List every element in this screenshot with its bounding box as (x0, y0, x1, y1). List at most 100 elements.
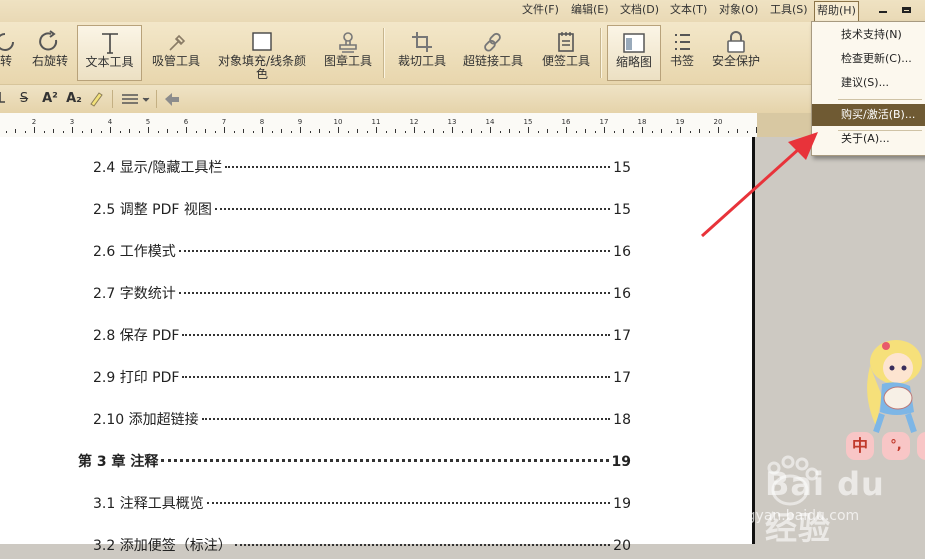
fill-color-icon (252, 32, 272, 51)
toc-row[interactable]: 2.6 工作模式 16 (0, 241, 752, 265)
ruler-tick (452, 127, 453, 133)
toc-leader-dots (182, 376, 611, 378)
line-style-dropdown[interactable] (120, 90, 152, 108)
ruler-tick (53, 129, 54, 133)
menu-file[interactable]: 文件(F) (520, 0, 561, 20)
ruler-tick (110, 127, 111, 133)
bookmark-button[interactable]: 书签 (664, 25, 700, 81)
ruler-tick (262, 127, 263, 133)
stamp-icon (339, 32, 357, 53)
ruler-tick (252, 131, 254, 133)
toc-row[interactable]: 2.4 显示/隐藏工具栏 15 (0, 157, 752, 181)
menu-edit[interactable]: 编辑(E) (569, 0, 611, 20)
ruler-tick (566, 127, 567, 133)
ruler-tick (594, 131, 596, 133)
ruler-tick (518, 131, 520, 133)
menu-tools[interactable]: 工具(S) (768, 0, 810, 20)
toc-page-number: 18 (613, 412, 631, 428)
note-tool-button[interactable]: 便签工具 (538, 25, 594, 81)
menu-document[interactable]: 文档(D) (618, 0, 661, 20)
menu-item-suggestions[interactable]: 建议(S)... (812, 72, 925, 94)
toc-row[interactable]: 2.9 打印 PDF 17 (0, 367, 752, 391)
ruler-tick (499, 131, 501, 133)
ruler-tick (366, 131, 368, 133)
ruler-tick (632, 131, 634, 133)
tool-label: 转 (0, 54, 12, 68)
toc-entry: 2.9 打印 PDF 17 (93, 367, 631, 387)
menubar: 文件(F) 编辑(E) 文档(D) 文本(T) 对象(O) 工具(S) 帮助(H… (0, 0, 925, 23)
ruler-number: 20 (713, 118, 723, 126)
rotate-left-icon (0, 33, 14, 51)
ruler-tick (423, 131, 425, 133)
menu-item-check-updates[interactable]: 检查更新(C)... (812, 48, 925, 70)
ruler-number: 15 (523, 118, 533, 126)
ruler-tick (205, 129, 206, 133)
undo-button[interactable] (161, 90, 183, 108)
toc-entry: 2.4 显示/隐藏工具栏 15 (93, 157, 631, 177)
toc-row[interactable]: 2.10 添加超链接 18 (0, 409, 752, 433)
ruler-tick (385, 131, 387, 133)
ruler-tick (442, 131, 444, 133)
fill-color-tool-button[interactable]: 对象填充/线条颜色 (214, 25, 310, 81)
toc-page-number: 17 (613, 328, 631, 344)
ruler-number: 11 (371, 118, 381, 126)
ruler-tick (395, 129, 396, 133)
ruler-tick (100, 131, 102, 133)
rotate-right-button[interactable]: 右旋转 (28, 25, 72, 81)
menu-item-tech-support[interactable]: 技术支持(N) (812, 24, 925, 46)
superscript-button[interactable]: A² (40, 90, 60, 108)
undo-arrow-icon (165, 93, 179, 106)
toc-row[interactable]: 3.1 注释工具概览 19 (0, 493, 752, 517)
ruler-tick (680, 127, 681, 133)
toc-chapter-row[interactable]: 第 3 章 注释 19 (0, 451, 752, 475)
ruler-number: 3 (69, 118, 75, 126)
strikethrough-button[interactable]: S (16, 90, 32, 108)
highlight-button[interactable] (86, 90, 106, 108)
minimize-button[interactable] (874, 3, 892, 19)
ruler-tick (233, 131, 235, 133)
ruler-tick (547, 129, 548, 133)
link-icon (484, 32, 501, 52)
maximize-button[interactable] (898, 3, 916, 19)
ruler-tick (119, 131, 121, 133)
eyedropper-tool-button[interactable]: 吸管工具 (148, 25, 204, 81)
crop-tool-button[interactable]: 裁切工具 (394, 25, 450, 81)
underline-button[interactable] (0, 90, 6, 108)
hyperlink-tool-button[interactable]: 超链接工具 (458, 25, 528, 81)
toc-row[interactable]: 2.5 调整 PDF 视图 15 (0, 199, 752, 223)
toc-title: 2.10 添加超链接 (93, 412, 199, 428)
thumbnail-button[interactable]: 缩略图 (607, 25, 661, 81)
rotate-left-button[interactable]: 转 (0, 25, 16, 81)
toc-page-number: 15 (613, 160, 631, 176)
ruler-tick (328, 131, 330, 133)
ruler-number: 19 (675, 118, 685, 126)
menu-item-about[interactable]: 关于(A)... (812, 128, 925, 150)
toc-title: 2.5 调整 PDF 视图 (93, 202, 212, 218)
ruler-tick (319, 129, 320, 133)
subscript-button[interactable]: A₂ (64, 90, 84, 108)
ruler-tick (195, 131, 197, 133)
ruler-tick (528, 127, 529, 133)
ruler-tick (309, 131, 311, 133)
text-tool-icon (101, 33, 118, 54)
document-page[interactable]: 2.4 显示/隐藏工具栏 15 2.5 调整 PDF 视图 15 2.6 工作模式 16 2… (0, 137, 752, 554)
toc-row[interactable]: 3.2 添加便签（标注） 20 (0, 535, 752, 559)
toc-page-number: 16 (613, 286, 631, 302)
stamp-tool-button[interactable]: 图章工具 (320, 25, 376, 81)
security-button[interactable]: 安全保护 (708, 25, 764, 81)
highlighter-icon (90, 92, 103, 107)
text-tool-button[interactable]: 文本工具 (77, 25, 142, 81)
toc-leader-dots (178, 292, 611, 294)
menu-item-buy-activate[interactable]: 购买/激活(B)... (812, 104, 925, 126)
note-icon (558, 32, 574, 52)
tool-label: 对象填充/线条颜色 (217, 54, 307, 81)
ruler-tick (585, 129, 586, 133)
menu-help[interactable]: 帮助(H) (814, 1, 859, 23)
toc-row[interactable]: 2.7 字数统计 16 (0, 283, 752, 307)
menu-object[interactable]: 对象(O) (717, 0, 760, 20)
toc-row[interactable]: 2.8 保存 PDF 17 (0, 325, 752, 349)
ruler-number: 8 (259, 118, 265, 126)
ruler-number: 18 (637, 118, 647, 126)
mascot-sticker-icon (867, 340, 922, 433)
menu-text[interactable]: 文本(T) (668, 0, 709, 20)
